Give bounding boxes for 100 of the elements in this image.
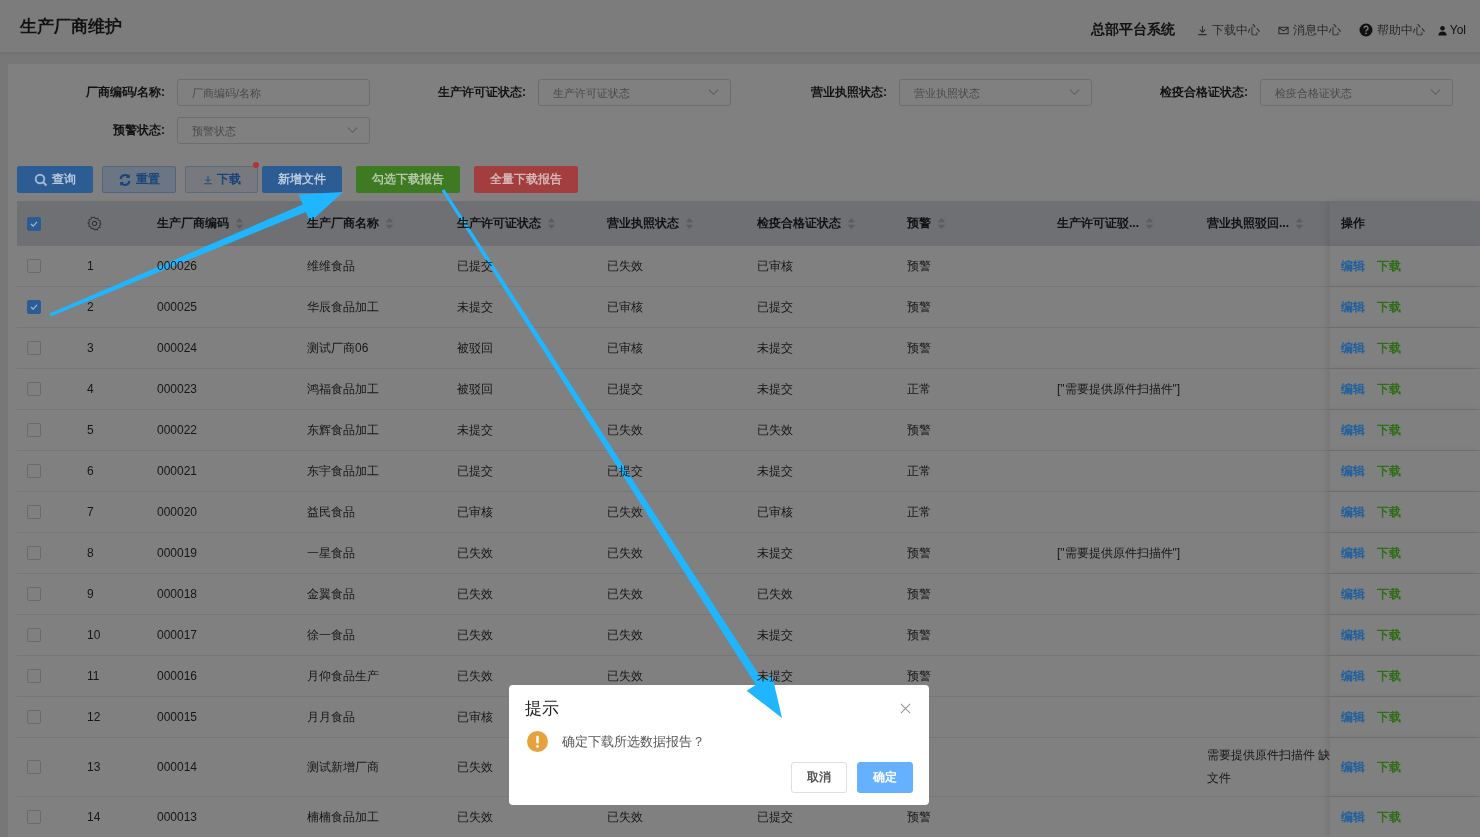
table-cell-text: 000021 bbox=[157, 462, 199, 480]
row-number: 3 bbox=[87, 341, 94, 355]
table-cell-text: 未提交 bbox=[757, 626, 794, 644]
table-cell-text: 已失效 bbox=[607, 503, 644, 521]
check-download-button[interactable]: 勾选下载报告 bbox=[356, 166, 460, 193]
download-link[interactable]: 下载 bbox=[1377, 339, 1401, 357]
table-cell-text: ["需要提供原件扫描件"] bbox=[1057, 544, 1182, 562]
row-number: 9 bbox=[87, 587, 94, 601]
download-link[interactable]: 下载 bbox=[1377, 544, 1401, 562]
row-number: 10 bbox=[87, 628, 101, 642]
table-cell-text: 东辉食品加工 bbox=[307, 421, 380, 439]
table-cell-text: 已审核 bbox=[757, 257, 794, 275]
table-cell-text: 已失效 bbox=[607, 585, 644, 603]
download-link[interactable]: 下载 bbox=[1377, 808, 1401, 826]
table-cell-text: 已失效 bbox=[607, 626, 644, 644]
table-cell-text: 已失效 bbox=[757, 421, 794, 439]
table-cell-text: 已审核 bbox=[457, 503, 494, 521]
table-cell-text: 已失效 bbox=[457, 626, 494, 644]
row-number: 2 bbox=[87, 300, 94, 314]
table-cell-text: 预警 bbox=[907, 298, 932, 316]
edit-link[interactable]: 编辑 bbox=[1341, 708, 1365, 726]
search-button[interactable]: 查询 bbox=[17, 166, 93, 193]
settings-icon[interactable] bbox=[87, 216, 102, 231]
download-link[interactable]: 下载 bbox=[1377, 585, 1401, 603]
download-link[interactable]: 下载 bbox=[1377, 421, 1401, 439]
column-header: 预警 bbox=[907, 215, 931, 232]
dialog-title: 提示 bbox=[525, 697, 559, 720]
download-link[interactable]: 下载 bbox=[1377, 298, 1401, 316]
nav-link[interactable]: 消息中心 bbox=[1277, 21, 1341, 39]
table-cell-text: 000019 bbox=[157, 544, 199, 562]
table-cell-text: 东宇食品加工 bbox=[307, 462, 380, 480]
table-cell-text: 已提交 bbox=[457, 462, 494, 480]
table-cell-text: 未提交 bbox=[757, 380, 794, 398]
table-cell-text: 未提交 bbox=[457, 298, 494, 316]
row-number: 13 bbox=[87, 760, 101, 774]
row-number: 12 bbox=[87, 710, 101, 724]
edit-link[interactable]: 编辑 bbox=[1341, 544, 1365, 562]
search-icon bbox=[34, 172, 48, 187]
table-cell-text: 预警 bbox=[907, 257, 932, 275]
edit-link[interactable]: 编辑 bbox=[1341, 339, 1365, 357]
sort-icon[interactable] bbox=[235, 217, 244, 230]
edit-link[interactable]: 编辑 bbox=[1341, 257, 1365, 275]
row-number: 5 bbox=[87, 423, 94, 437]
download-link[interactable]: 下载 bbox=[1377, 462, 1401, 480]
dialog-message: 确定下载所选数据报告？ bbox=[562, 732, 705, 751]
download-link[interactable]: 下载 bbox=[1377, 708, 1401, 726]
table-cell-text: 维维食品 bbox=[307, 257, 356, 275]
table-cell-text: 已失效 bbox=[607, 808, 644, 826]
mail-icon bbox=[1277, 24, 1289, 36]
download-link[interactable]: 下载 bbox=[1377, 758, 1401, 776]
user-icon bbox=[1436, 24, 1448, 36]
table-cell-text: 已失效 bbox=[607, 421, 644, 439]
table-cell-text: 测试厂商06 bbox=[307, 339, 370, 357]
nav-link[interactable]: 下载中心 bbox=[1196, 21, 1260, 39]
download-link[interactable]: 下载 bbox=[1377, 380, 1401, 398]
table-cell-text: 华辰食品加工 bbox=[307, 298, 380, 316]
edit-link[interactable]: 编辑 bbox=[1341, 626, 1365, 644]
download-link[interactable]: 下载 bbox=[1377, 503, 1401, 521]
column-header: 生产许可证驳... bbox=[1057, 215, 1139, 232]
reset-button[interactable]: 重置 bbox=[102, 166, 176, 193]
download-link[interactable]: 下载 bbox=[1377, 667, 1401, 685]
filter-label: 营业执照状态: bbox=[810, 84, 887, 101]
table-cell-text: 已失效 bbox=[607, 257, 644, 275]
edit-link[interactable]: 编辑 bbox=[1341, 421, 1365, 439]
table-cell-text: 金翼食品 bbox=[307, 585, 356, 603]
edit-link[interactable]: 编辑 bbox=[1341, 585, 1365, 603]
edit-link[interactable]: 编辑 bbox=[1341, 503, 1365, 521]
page-title: 生产厂商维护 bbox=[20, 15, 122, 38]
row-number: 8 bbox=[87, 546, 94, 560]
table-cell-text: 000018 bbox=[157, 585, 199, 603]
table-cell-text: 已失效 bbox=[457, 667, 494, 685]
table-cell-text: 已审核 bbox=[457, 708, 494, 726]
edit-link[interactable]: 编辑 bbox=[1341, 758, 1365, 776]
edit-link[interactable]: 编辑 bbox=[1341, 667, 1365, 685]
refresh-icon bbox=[118, 172, 132, 187]
nav-link[interactable]: 帮助中心 bbox=[1358, 21, 1425, 39]
table-cell-text: 未提交 bbox=[757, 339, 794, 357]
download-link[interactable]: 下载 bbox=[1377, 257, 1401, 275]
edit-link[interactable]: 编辑 bbox=[1341, 380, 1365, 398]
row-checkbox[interactable] bbox=[27, 300, 41, 314]
table-cell-text: 预警 bbox=[907, 667, 932, 685]
close-icon[interactable] bbox=[900, 702, 911, 714]
chevron-down-icon bbox=[1430, 88, 1441, 96]
edit-link[interactable]: 编辑 bbox=[1341, 298, 1365, 316]
all-download-button[interactable]: 全量下载报告 bbox=[474, 166, 578, 193]
table-cell-text: 被驳回 bbox=[457, 380, 494, 398]
select-all-checkbox[interactable] bbox=[27, 216, 41, 231]
table-cell-text: 正常 bbox=[907, 462, 932, 480]
confirm-button[interactable]: 确定 bbox=[857, 762, 913, 793]
cancel-button[interactable]: 取消 bbox=[791, 762, 847, 793]
add-button[interactable]: 新增文件 bbox=[262, 166, 342, 193]
nav-link[interactable]: Yol bbox=[1436, 23, 1466, 37]
row-number: 4 bbox=[87, 382, 94, 396]
row-number: 1 bbox=[87, 259, 94, 273]
download-link[interactable]: 下载 bbox=[1377, 626, 1401, 644]
table-cell-text: 楠楠食品加工 bbox=[307, 808, 380, 826]
table-cell-text: 000022 bbox=[157, 421, 199, 439]
warning-icon bbox=[527, 731, 548, 752]
edit-link[interactable]: 编辑 bbox=[1341, 808, 1365, 826]
edit-link[interactable]: 编辑 bbox=[1341, 462, 1365, 480]
